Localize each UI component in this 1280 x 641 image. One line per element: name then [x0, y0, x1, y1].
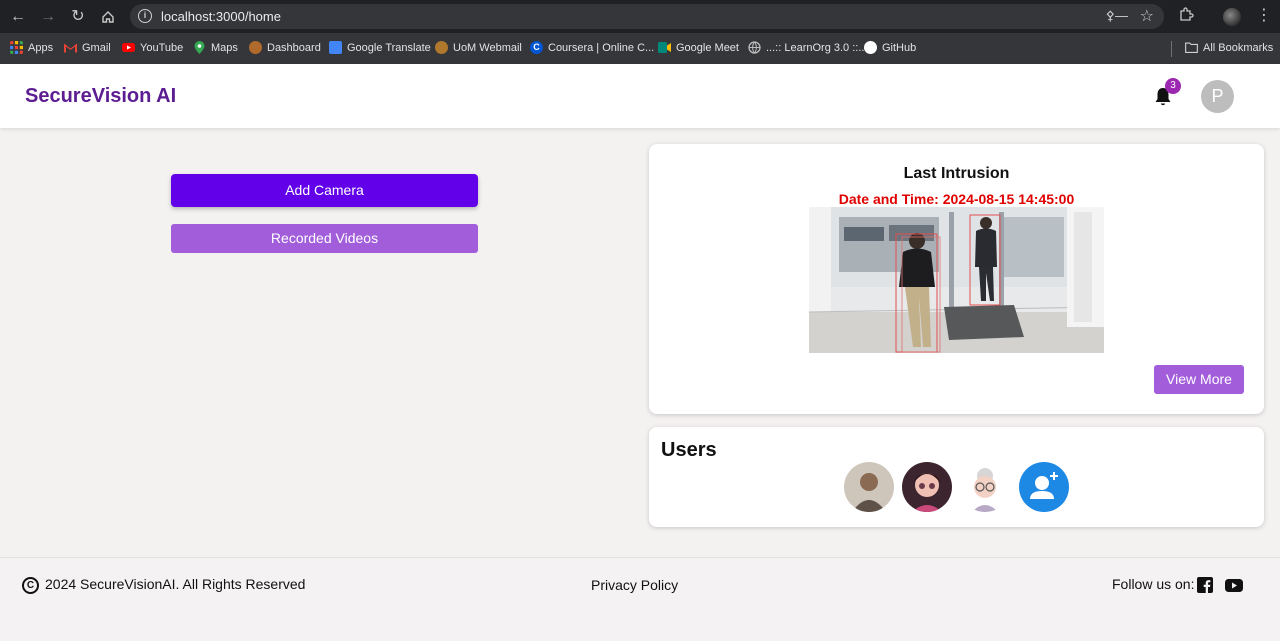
password-key-icon[interactable]: ⚴—: [1105, 8, 1128, 24]
maps-icon: [194, 41, 205, 54]
user-photo: [844, 462, 894, 512]
privacy-policy-link[interactable]: Privacy Policy: [591, 577, 678, 593]
user-avatar[interactable]: P: [1201, 80, 1234, 113]
browser-profile-avatar[interactable]: [1223, 8, 1241, 26]
browser-toolbar: ← → ↻ i localhost:3000/home ⚴— ☆ ⋮: [0, 0, 1280, 33]
site-info-icon[interactable]: i: [138, 9, 152, 23]
gmail-icon: [64, 43, 77, 53]
add-camera-button[interactable]: Add Camera: [171, 174, 478, 207]
browser-menu-icon[interactable]: ⋮: [1256, 5, 1272, 25]
bookmark-label: YouTube: [140, 41, 184, 54]
home-icon[interactable]: [97, 6, 119, 28]
last-intrusion-card: Last Intrusion Date and Time: 2024-08-15…: [649, 144, 1264, 414]
youtube-icon: [122, 43, 135, 52]
all-bookmarks-label: All Bookmarks: [1203, 41, 1274, 54]
bookmark-label: Maps: [211, 41, 238, 54]
user-avatar-2[interactable]: [902, 462, 952, 512]
users-card: Users: [649, 427, 1264, 527]
recorded-videos-button[interactable]: Recorded Videos: [171, 224, 478, 253]
bookmark-label: GitHub: [882, 41, 917, 54]
bookmark-label: Google Translate: [347, 41, 431, 54]
all-bookmarks[interactable]: All Bookmarks: [1185, 41, 1273, 54]
bookmark-label: UoM Webmail: [453, 41, 522, 54]
user-photo: [960, 462, 1010, 512]
bookmark-apps[interactable]: Apps: [10, 41, 53, 54]
bookmark-label: Google Meet: [676, 41, 739, 54]
bookmark-google-translate[interactable]: Google Translate: [329, 41, 431, 54]
bookmarks-bar: Apps Gmail YouTube Maps Dashboard Google…: [0, 33, 1280, 64]
bookmark-uom-webmail[interactable]: UoM Webmail: [435, 41, 522, 54]
bookmark-coursera[interactable]: C Coursera | Online C...: [530, 41, 654, 54]
bookmark-label: ...:: LearnOrg 3.0 ::...: [766, 41, 868, 54]
bookmark-learnorg[interactable]: ...:: LearnOrg 3.0 ::...: [748, 41, 868, 54]
notification-badge: 3: [1165, 78, 1181, 94]
copyright-text: 2024 SecureVisionAI. All Rights Reserved: [45, 576, 306, 592]
app-header: SecureVision AI: [0, 64, 1280, 128]
forward-arrow-icon[interactable]: →: [37, 6, 59, 28]
intrusion-snapshot: [809, 207, 1104, 353]
view-more-button[interactable]: View More: [1154, 365, 1244, 394]
back-arrow-icon[interactable]: ←: [7, 6, 29, 28]
meet-icon: [658, 42, 671, 53]
follow-us-label: Follow us on:: [1112, 576, 1195, 592]
bookmark-label: Gmail: [82, 41, 111, 54]
github-icon: [864, 41, 877, 54]
apps-grid-icon: [10, 41, 23, 54]
bookmark-label: Coursera | Online C...: [548, 41, 655, 54]
extensions-puzzle-icon[interactable]: [1178, 6, 1194, 26]
facebook-icon[interactable]: [1197, 577, 1213, 593]
translate-icon: [329, 41, 342, 54]
user-avatar-3[interactable]: [960, 462, 1010, 512]
bookmark-star-icon[interactable]: ☆: [1140, 6, 1154, 26]
address-bar[interactable]: i localhost:3000/home ⚴— ☆: [130, 4, 1164, 29]
intrusion-title: Last Intrusion: [903, 165, 1010, 182]
add-user-button[interactable]: [1019, 462, 1069, 512]
bookmark-google-meet[interactable]: Google Meet: [658, 41, 739, 54]
bookmark-label: Apps: [28, 41, 54, 54]
add-user-icon: [1030, 472, 1058, 499]
intrusion-datetime: Date and Time: 2024-08-15 14:45:00: [838, 191, 1075, 207]
folder-icon: [1185, 42, 1198, 53]
bookmark-dashboard[interactable]: Dashboard: [249, 41, 321, 54]
bookmark-gmail[interactable]: Gmail: [64, 41, 111, 54]
bookmark-maps[interactable]: Maps: [193, 41, 238, 54]
copyright-icon: C: [22, 577, 39, 594]
bookmark-label: Dashboard: [267, 41, 321, 54]
uom-icon: [435, 41, 448, 54]
bookmark-youtube[interactable]: YouTube: [122, 41, 183, 54]
globe-icon: [748, 41, 761, 54]
user-photo: [902, 462, 952, 512]
address-url[interactable]: localhost:3000/home: [161, 9, 281, 24]
users-title: Users: [661, 439, 717, 461]
intrusion-snapshot-image: [809, 207, 1104, 353]
dashboard-icon: [249, 41, 262, 54]
youtube-social-icon[interactable]: [1225, 579, 1243, 592]
brand-title[interactable]: SecureVision AI: [25, 85, 176, 108]
bookmarks-divider: [1171, 41, 1172, 57]
coursera-icon: C: [530, 41, 543, 54]
page-footer: C 2024 SecureVisionAI. All Rights Reserv…: [0, 557, 1280, 641]
user-avatar-1[interactable]: [844, 462, 894, 512]
reload-icon[interactable]: ↻: [67, 6, 89, 28]
bookmark-github[interactable]: GitHub: [864, 41, 916, 54]
